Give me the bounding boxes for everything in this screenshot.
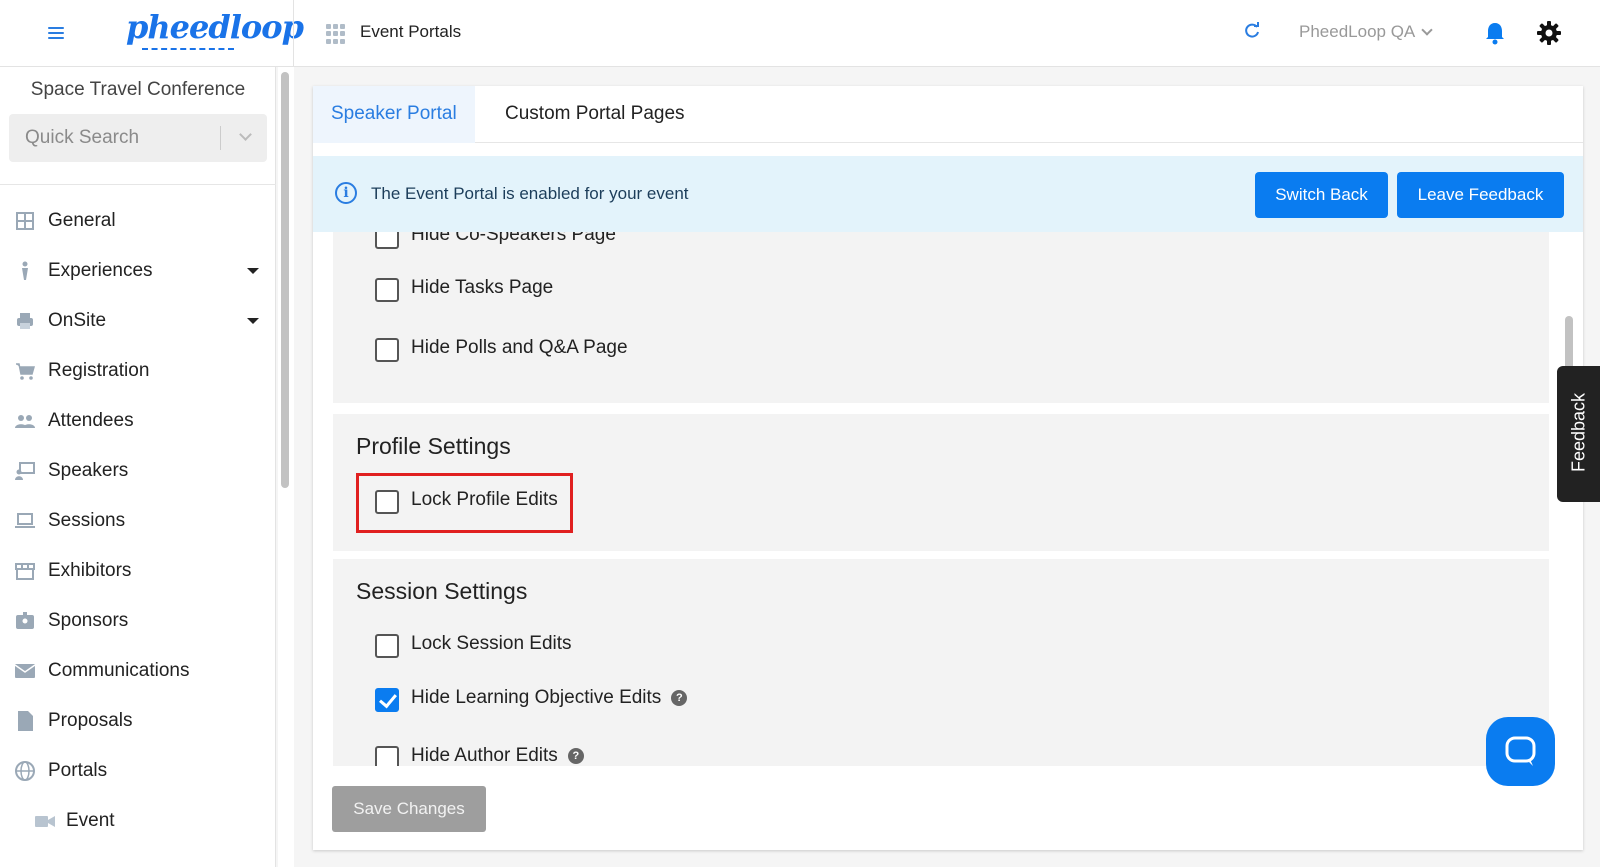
search-input[interactable] xyxy=(9,114,219,162)
chat-bubble-icon xyxy=(1505,736,1536,766)
page-settings-section: Hide Co-Speakers Page Hide Tasks Page Hi… xyxy=(333,232,1549,403)
sidebar-item-label: General xyxy=(48,210,116,231)
sidebar-item-attendees[interactable]: Attendees xyxy=(0,400,276,442)
sidebar-item-portals[interactable]: Portals xyxy=(0,750,276,792)
sidebar-item-label: Communications xyxy=(48,660,190,681)
sidebar-item-general[interactable]: General xyxy=(0,200,276,242)
caret-down-icon xyxy=(247,268,259,274)
info-icon: i xyxy=(335,182,357,204)
banner-text: The Event Portal is enabled for your eve… xyxy=(371,184,689,203)
laptop-icon xyxy=(15,513,35,528)
sidebar-item-sponsors[interactable]: Sponsors xyxy=(0,600,276,642)
breadcrumb: Event Portals xyxy=(360,22,462,41)
quick-search[interactable] xyxy=(9,114,267,162)
sidebar-item-sessions[interactable]: Sessions xyxy=(0,500,276,542)
person-icon xyxy=(22,261,28,280)
portal-status-banner: i The Event Portal is enabled for your e… xyxy=(313,156,1583,232)
portal-tabs: Speaker Portal Custom Portal Pages xyxy=(313,86,1583,143)
sidebar-item-label: Event xyxy=(66,810,115,831)
grid-icon xyxy=(16,212,34,230)
checkbox-label: Hide Polls and Q&A Page xyxy=(411,337,628,358)
checkbox-label-row: Hide Learning Objective Edits? xyxy=(411,687,688,709)
document-icon xyxy=(18,711,33,731)
sidebar-item-speakers[interactable]: Speakers xyxy=(0,450,276,492)
logo: pheedloop xyxy=(126,8,304,46)
sidebar-item-onsite[interactable]: OnSite xyxy=(0,300,276,342)
section-title: Session Settings xyxy=(356,578,528,604)
sidebar-item-label: Exhibitors xyxy=(48,560,132,581)
refresh-icon[interactable] xyxy=(1243,22,1261,45)
chevron-down-icon xyxy=(1421,24,1433,36)
caret-down-icon xyxy=(247,318,259,324)
event-name: Space Travel Conference xyxy=(30,79,246,100)
help-icon[interactable]: ? xyxy=(671,690,688,706)
gear-icon[interactable] xyxy=(1536,20,1562,46)
globe-icon xyxy=(15,761,35,781)
people-icon xyxy=(15,415,35,428)
checkbox[interactable] xyxy=(375,338,399,362)
help-icon[interactable]: ? xyxy=(567,748,584,764)
store-icon xyxy=(15,563,35,580)
checkbox[interactable] xyxy=(375,746,399,766)
divider xyxy=(0,184,276,185)
chat-launcher[interactable] xyxy=(1486,717,1555,786)
account-name: PheedLoop QA xyxy=(1299,22,1416,41)
search-separator xyxy=(220,126,221,150)
sidebar-item-label: OnSite xyxy=(48,310,107,331)
checkbox-label: Hide Author Edits xyxy=(411,745,558,766)
sidebar-item-label: Registration xyxy=(48,360,150,381)
settings-scroll-area[interactable]: Hide Co-Speakers Page Hide Tasks Page Hi… xyxy=(313,232,1583,766)
mail-icon xyxy=(14,664,36,678)
sidebar-item-label: Experiences xyxy=(48,260,153,281)
sidebar-item-label: Sessions xyxy=(48,510,126,531)
bell-icon[interactable] xyxy=(1482,20,1508,46)
checkbox-checked[interactable] xyxy=(375,688,399,712)
sidebar-item-label: Portals xyxy=(48,760,108,781)
section-title: Profile Settings xyxy=(356,433,511,459)
feedback-tab[interactable]: Feedback xyxy=(1557,366,1600,502)
badge-icon xyxy=(16,612,34,629)
sidebar-item-exhibitors[interactable]: Exhibitors xyxy=(0,550,276,592)
account-dropdown[interactable]: PheedLoop QA xyxy=(1299,22,1433,42)
feedback-tab-label: Feedback xyxy=(1568,392,1589,473)
sidebar-item-label: Speakers xyxy=(48,460,129,481)
checkbox-label: Hide Tasks Page xyxy=(411,277,554,298)
sidebar-item-experiences[interactable]: Experiences xyxy=(0,250,276,292)
sidebar-item-proposals[interactable]: Proposals xyxy=(0,700,276,742)
checkbox[interactable] xyxy=(375,278,399,302)
save-changes-button[interactable]: Save Changes xyxy=(332,786,486,832)
top-bar: pheedloop Event Portals PheedLoop QA xyxy=(0,0,1600,67)
apps-grid-icon[interactable] xyxy=(326,24,346,44)
session-settings-section: Session Settings Lock Session Edits Hide… xyxy=(333,559,1549,766)
switch-back-button[interactable]: Switch Back xyxy=(1255,172,1388,218)
sidebar-item-label: Proposals xyxy=(48,710,133,731)
presenter-icon xyxy=(15,462,35,480)
checkbox[interactable] xyxy=(375,232,399,249)
sidebar-scrollbar[interactable] xyxy=(281,72,289,488)
checkbox[interactable] xyxy=(375,634,399,658)
highlight-annotation xyxy=(356,473,573,533)
tab-speaker-portal[interactable]: Speaker Portal xyxy=(313,86,475,143)
sidebar-item-communications[interactable]: Communications xyxy=(0,650,276,692)
sidebar-item-label: Sponsors xyxy=(48,610,129,631)
checkbox-label: Hide Co-Speakers Page xyxy=(411,232,616,245)
divider xyxy=(293,0,294,67)
checkbox-label: Hide Learning Objective Edits xyxy=(411,687,662,708)
chevron-down-icon[interactable] xyxy=(239,128,252,141)
content-scrollbar[interactable] xyxy=(1565,316,1573,372)
printer-icon xyxy=(17,313,33,329)
sidebar-item-registration[interactable]: Registration xyxy=(0,350,276,392)
sidebar-item-event[interactable]: Event xyxy=(0,800,276,842)
sidebar-item-label: Attendees xyxy=(48,410,134,431)
cart-icon xyxy=(16,363,35,380)
hamburger-menu-icon[interactable] xyxy=(48,24,64,42)
sidebar: Space Travel Conference General Experien… xyxy=(0,67,276,867)
logo-underline xyxy=(142,48,234,50)
checkbox-label: Lock Session Edits xyxy=(411,633,572,654)
leave-feedback-button[interactable]: Leave Feedback xyxy=(1397,172,1564,218)
video-camera-icon xyxy=(35,816,55,827)
tab-custom-portal-pages[interactable]: Custom Portal Pages xyxy=(487,86,703,143)
checkbox-label-row: Hide Author Edits? xyxy=(411,745,584,766)
